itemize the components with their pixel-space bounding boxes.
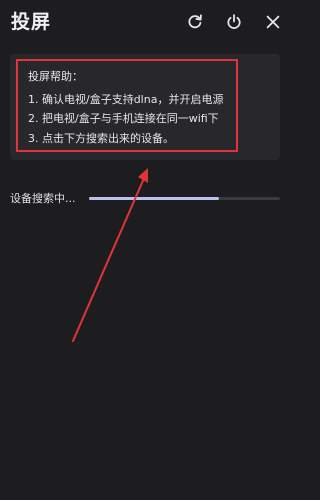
arrow-shaft [72,175,146,342]
header-bar: 投屏 [0,0,290,46]
arrow-head [138,168,148,183]
page-title: 投屏 [11,11,52,33]
close-button[interactable] [263,12,283,32]
search-progress-track [89,197,280,200]
power-icon [227,14,241,29]
search-status-label: 设备搜索中... [10,192,76,205]
refresh-icon [188,14,202,29]
help-heading: 投屏帮助： [28,70,83,83]
help-step-1: 1. 确认电视/盒子支持dlna，并开启电源 [28,93,224,106]
help-step-2: 2. 把电视/盒子与手机连接在同一wifi下 [28,112,219,125]
refresh-button[interactable] [185,12,205,32]
power-button[interactable] [224,12,244,32]
help-card: 投屏帮助： 1. 确认电视/盒子支持dlna，并开启电源 2. 把电视/盒子与手… [10,54,280,160]
search-progress-fill [89,197,219,200]
close-icon [266,15,280,29]
help-step-3: 3. 点击下方搜索出来的设备。 [28,132,174,145]
